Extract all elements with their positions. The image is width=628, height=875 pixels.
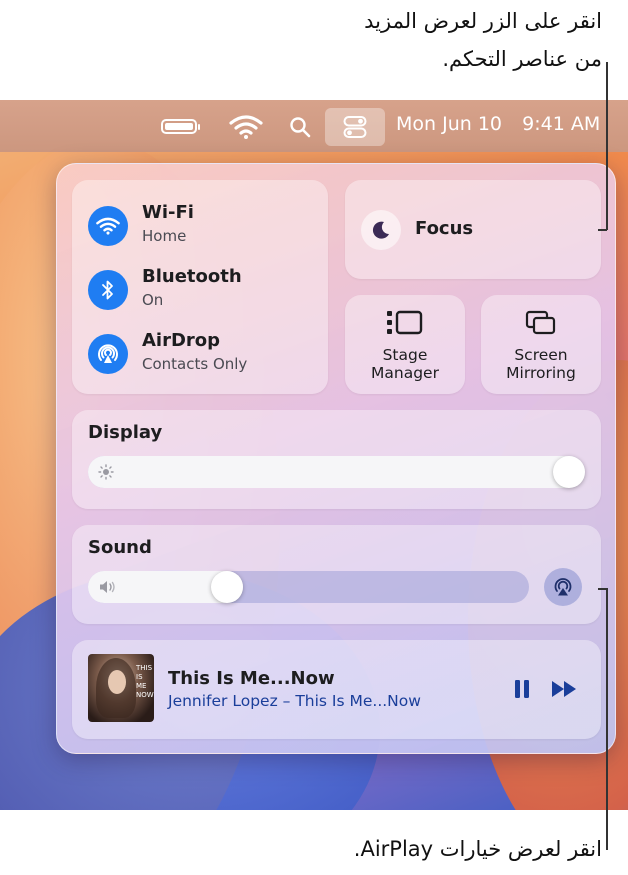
fast-forward-icon[interactable] [550, 678, 580, 700]
callout-airplay: انقر لعرض خيارات AirPlay. [353, 837, 602, 861]
wifi-control[interactable]: Wi-Fi Home [88, 202, 328, 252]
airdrop-label: AirDrop [142, 330, 221, 351]
airplay-icon [554, 578, 572, 596]
stage-manager-tile[interactable]: Stage Manager [345, 295, 465, 394]
moon-icon [361, 210, 401, 250]
callout-leader-top-tick [598, 229, 607, 231]
brightness-knob[interactable] [553, 456, 585, 488]
connectivity-tile: Wi-Fi Home Bluetooth On AirDrop Contacts… [72, 180, 328, 394]
wifi-label: Wi-Fi [142, 202, 194, 223]
display-tile: Display [72, 410, 601, 509]
airplay-button[interactable] [544, 568, 582, 606]
album-art[interactable]: THIS IS ME NOW [88, 654, 154, 722]
menu-bar-date: Mon Jun 10 [396, 113, 503, 135]
brightness-slider[interactable] [88, 456, 585, 488]
bluetooth-icon[interactable] [88, 270, 128, 310]
screen-mirroring-icon [525, 310, 556, 335]
brightness-fill [88, 456, 585, 488]
airdrop-icon[interactable] [88, 334, 128, 374]
screen-mirroring-tile[interactable]: Screen Mirroring [481, 295, 601, 394]
stage-manager-label: Stage Manager [371, 346, 439, 382]
menu-bar-time: 9:41 AM [522, 113, 601, 135]
control-center-panel: Wi-Fi Home Bluetooth On AirDrop Contacts… [56, 163, 616, 754]
wifi-icon[interactable] [229, 114, 263, 140]
volume-slider[interactable] [88, 571, 529, 603]
sound-title: Sound [88, 537, 152, 558]
callout-line-1: انقر على الزر لعرض المزيد [364, 9, 602, 33]
battery-icon[interactable] [161, 119, 200, 134]
bluetooth-label: Bluetooth [142, 266, 242, 287]
wifi-status: Home [142, 227, 187, 245]
focus-label: Focus [415, 218, 474, 239]
volume-knob[interactable] [211, 571, 243, 603]
search-icon[interactable] [289, 116, 311, 138]
callout-more-controls: انقر على الزر لعرض المزيد من عناصر التحك… [182, 2, 602, 78]
speaker-icon [100, 581, 115, 593]
callout-leader-top [606, 62, 608, 230]
focus-tile[interactable]: Focus [345, 180, 601, 279]
display-title: Display [88, 422, 163, 443]
menu-bar-clock[interactable]: Mon Jun 10 9:41 AM [396, 113, 600, 135]
airdrop-status: Contacts Only [142, 355, 248, 373]
callout-line-2: من عناصر التحكم. [442, 47, 602, 71]
airdrop-control[interactable]: AirDrop Contacts Only [88, 330, 328, 380]
sound-tile: Sound [72, 525, 601, 624]
track-title: This Is Me...Now [168, 668, 335, 689]
bluetooth-control[interactable]: Bluetooth On [88, 266, 328, 316]
stage-manager-icon [387, 310, 423, 335]
callout-leader-bottom [606, 588, 608, 850]
screen-mirroring-label: Screen Mirroring [506, 346, 576, 382]
pause-icon[interactable] [512, 678, 532, 700]
control-center-icon [343, 116, 367, 138]
wifi-icon[interactable] [88, 206, 128, 246]
track-artist: Jennifer Lopez – This Is Me...Now [168, 692, 421, 710]
sun-icon [98, 464, 114, 480]
now-playing-tile[interactable]: THIS IS ME NOW This Is Me...Now Jennifer… [72, 640, 601, 739]
control-center-button[interactable] [325, 108, 385, 146]
bluetooth-status: On [142, 291, 164, 309]
callout-leader-bottom-tick [598, 588, 607, 590]
